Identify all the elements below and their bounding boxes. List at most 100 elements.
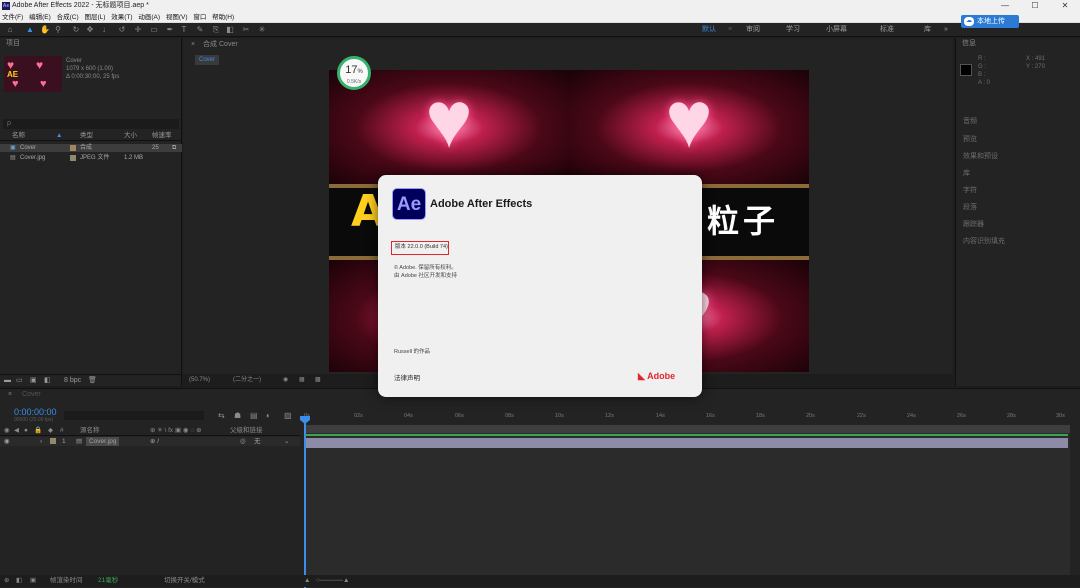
menu-effect[interactable]: 效果(T) xyxy=(111,14,132,21)
project-panel-tab[interactable]: 项目 xyxy=(0,38,181,50)
sort-icon[interactable]: ▲ xyxy=(56,131,62,141)
column-size[interactable]: 大小 xyxy=(124,131,137,141)
column-type[interactable]: 类型 xyxy=(80,131,93,141)
cloud-upload-button[interactable]: ☁ 本地上传 xyxy=(961,15,1019,28)
resolution-select[interactable]: (二分之一) xyxy=(233,374,261,386)
bit-depth-label[interactable]: 8 bpc xyxy=(64,375,81,387)
panel-character[interactable]: 字符 xyxy=(963,185,977,195)
grid-icon[interactable]: ▦ xyxy=(299,374,305,386)
workspace-learn[interactable]: 学习 xyxy=(786,25,800,35)
transparency-grid-icon[interactable]: ▩ xyxy=(315,374,321,386)
toggle-switches-modes[interactable]: 切换开关/模式 xyxy=(164,575,205,587)
timeline-tracks[interactable]: 0s 02s 04s 06s 08s 10s 12s 14s 16s 18s 2… xyxy=(304,411,1070,579)
text-tool-icon[interactable]: T xyxy=(180,26,188,34)
expand-icon[interactable]: › xyxy=(40,437,42,446)
in-out-icon[interactable]: ▣ xyxy=(30,575,36,587)
close-tab-icon[interactable]: × xyxy=(191,41,195,48)
layer-duration-bar[interactable] xyxy=(304,438,1068,448)
minimize-button[interactable]: — xyxy=(990,0,1020,12)
panel-audio[interactable]: 音频 xyxy=(963,116,977,126)
zoom-select[interactable]: (50.7%) xyxy=(189,374,210,386)
shy-layers-icon[interactable]: ☗ xyxy=(234,411,241,420)
menu-layer[interactable]: 图层(L) xyxy=(84,14,105,21)
project-search-input[interactable]: ρ xyxy=(3,119,179,129)
video-toggle-icon[interactable]: ◉ xyxy=(4,426,10,436)
workspace-libraries[interactable]: 库 xyxy=(924,25,931,35)
composition-tab[interactable]: × 合成 Cover xyxy=(191,40,238,50)
selection-tool-icon[interactable]: ▲ xyxy=(26,26,34,34)
workspace-small-screen[interactable]: 小屏幕 xyxy=(826,25,847,35)
panel-effects-presets[interactable]: 效果和预设 xyxy=(963,151,998,161)
eraser-tool-icon[interactable]: ◧ xyxy=(226,26,234,34)
comp-mini-flowchart-icon[interactable]: ⇆ xyxy=(218,411,225,420)
workspace-standard[interactable]: 标准 xyxy=(880,25,894,35)
panel-tracker[interactable]: 跟踪器 xyxy=(963,219,984,229)
menu-composition[interactable]: 合成(C) xyxy=(57,14,79,21)
panel-content-aware-fill[interactable]: 内容识别填充 xyxy=(963,236,1005,246)
more-workspaces-icon[interactable]: » xyxy=(944,25,948,35)
new-comp-icon[interactable]: ▣ xyxy=(30,375,37,387)
parent-pickwhip-icon[interactable]: ◎ xyxy=(240,437,246,446)
workspace-review[interactable]: 审阅 xyxy=(746,25,760,35)
rectangle-tool-icon[interactable]: ▭ xyxy=(150,26,158,34)
layer-switches-icon[interactable]: ⊕ xyxy=(4,575,9,587)
snapshot-icon[interactable]: ◉ xyxy=(283,374,288,386)
menu-file[interactable]: 文件(F) xyxy=(2,14,23,21)
zoom-tool-icon[interactable]: ⚲ xyxy=(54,26,62,34)
zoom-slider[interactable]: ○─────▲ xyxy=(316,575,349,587)
layer-switches[interactable]: ⊕ / xyxy=(150,437,159,446)
audio-toggle-icon[interactable]: ◀ xyxy=(14,426,19,436)
layer-row[interactable]: ◉ › 1 ▤ Cover.jpg ⊕ / ◎ 无 ⌄ xyxy=(0,437,300,446)
transfer-controls-icon[interactable]: ◧ xyxy=(16,575,22,587)
project-item-row[interactable]: ▣ Cover 合成 25 ⧉ xyxy=(0,144,182,152)
pan-tool-icon[interactable]: ✥ xyxy=(86,26,94,34)
work-area-bar[interactable] xyxy=(304,425,1070,433)
rotation-tool-icon[interactable]: ↺ xyxy=(118,26,126,34)
label-color-swatch[interactable] xyxy=(50,438,56,444)
source-name-header[interactable]: 源名称 xyxy=(80,426,100,436)
maximize-button[interactable]: ☐ xyxy=(1020,0,1050,12)
workspace-default[interactable]: 默认 xyxy=(702,25,716,35)
menu-help[interactable]: 帮助(H) xyxy=(212,14,234,21)
column-name[interactable]: 名称 xyxy=(12,131,25,141)
parent-select[interactable]: 无 xyxy=(254,437,261,446)
motion-blur-icon[interactable]: ◐ xyxy=(266,411,271,420)
close-button[interactable]: ✕ xyxy=(1050,0,1080,12)
graph-editor-icon[interactable]: ▨ xyxy=(284,411,292,420)
puppet-tool-icon[interactable]: ✳ xyxy=(258,26,266,34)
brush-tool-icon[interactable]: ✎ xyxy=(196,26,204,34)
lock-toggle-icon[interactable]: 🔒 xyxy=(34,426,42,436)
workspace-menu-icon[interactable]: ≡ xyxy=(728,25,732,35)
dolly-tool-icon[interactable]: ↓ xyxy=(100,26,108,34)
visibility-icon[interactable]: ◉ xyxy=(4,437,10,446)
panel-libraries[interactable]: 库 xyxy=(963,168,970,178)
menu-animation[interactable]: 动画(A) xyxy=(138,14,160,21)
label-icon[interactable]: ◆ xyxy=(48,426,53,436)
clone-tool-icon[interactable]: ⎘ xyxy=(212,26,220,34)
home-icon[interactable]: ⌂ xyxy=(6,26,14,34)
new-folder-icon[interactable]: ▭ xyxy=(16,375,23,387)
pen-tool-icon[interactable]: ✒ xyxy=(166,26,174,34)
roto-tool-icon[interactable]: ✂ xyxy=(242,26,250,34)
chevron-down-icon[interactable]: ⌄ xyxy=(284,437,289,446)
comp-sub-tab[interactable]: Cover xyxy=(195,55,219,65)
legal-notices-link[interactable]: 法律声明 xyxy=(394,372,420,382)
panel-preview[interactable]: 预览 xyxy=(963,134,977,144)
anchor-tool-icon[interactable]: ✛ xyxy=(134,26,142,34)
label-color-swatch[interactable] xyxy=(70,155,76,161)
project-item-row[interactable]: ▤ Cover.jpg JPEG 文件 1.2 MB xyxy=(0,154,182,162)
menu-edit[interactable]: 编辑(E) xyxy=(29,14,51,21)
label-color-swatch[interactable] xyxy=(70,145,76,151)
project-settings-icon[interactable]: ◧ xyxy=(44,375,51,387)
column-fps[interactable]: 帧速率 xyxy=(152,131,172,141)
current-time-display[interactable]: 0:00:00:00 xyxy=(14,407,57,417)
timeline-search-input[interactable] xyxy=(64,411,204,420)
parent-header[interactable]: 父级和链接 xyxy=(230,426,263,436)
interpret-footage-icon[interactable]: ▬ xyxy=(4,375,11,387)
zoom-out-icon[interactable]: ▲ xyxy=(304,575,310,587)
layer-name[interactable]: Cover.jpg xyxy=(86,437,120,446)
orbit-tool-icon[interactable]: ↻ xyxy=(72,26,80,34)
solo-toggle-icon[interactable]: ● xyxy=(24,426,28,436)
menu-view[interactable]: 视图(V) xyxy=(166,14,188,21)
menu-window[interactable]: 窗口 xyxy=(193,14,206,21)
